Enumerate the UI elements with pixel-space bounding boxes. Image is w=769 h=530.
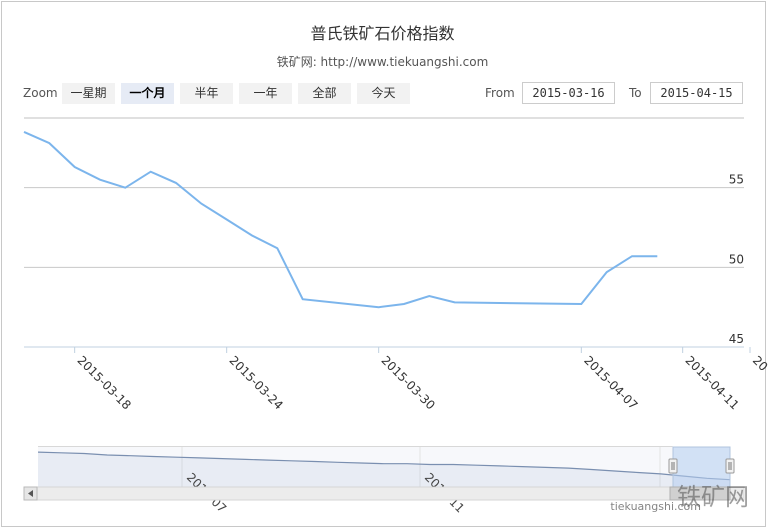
x-tick-label: 20 bbox=[750, 353, 769, 374]
x-tick-label: 2015-03-24 bbox=[227, 353, 286, 412]
watermark-sub: tiekuangshi.com bbox=[610, 500, 701, 513]
x-tick-label: 2015-04-07 bbox=[581, 353, 640, 412]
scrollbar-track bbox=[23, 486, 745, 501]
x-tick-label: 2015-03-18 bbox=[75, 353, 134, 412]
y-tick-label: 50 bbox=[729, 252, 744, 266]
navigator-handle bbox=[725, 458, 735, 474]
x-tick-label: 2015-04-11 bbox=[683, 353, 742, 412]
x-tick-label: 2015-03-30 bbox=[379, 353, 438, 412]
y-tick-label: 55 bbox=[729, 173, 744, 187]
y-tick-label: 45 bbox=[729, 332, 744, 346]
series-line bbox=[23, 130, 658, 309]
navigator-handle bbox=[668, 458, 678, 474]
chart-svg: 45 50 55 2015-03-18 2015-03-24 2015-03-30 2015… bbox=[23, 117, 769, 516]
